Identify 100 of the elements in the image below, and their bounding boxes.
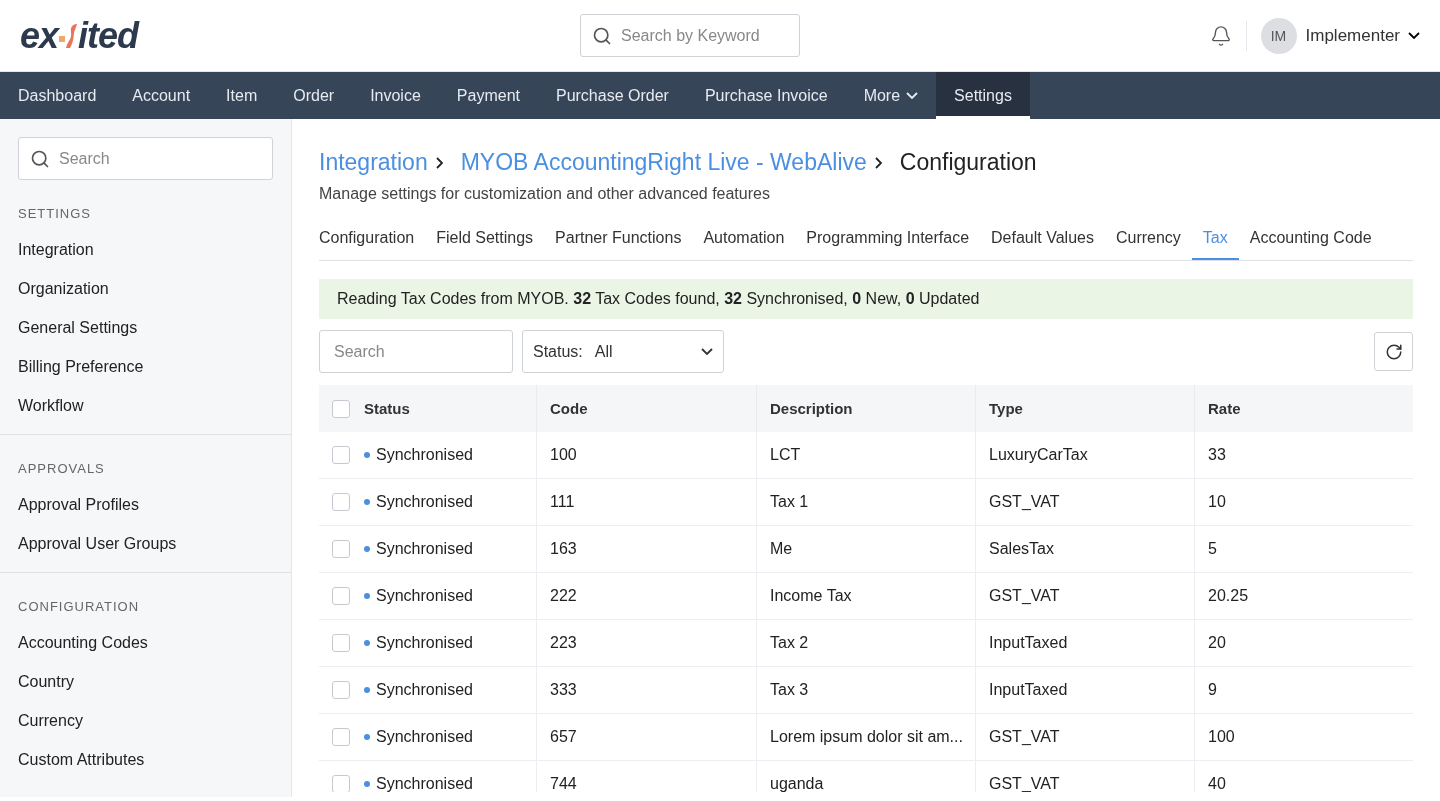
table-cell: 20.25 xyxy=(1195,573,1413,620)
table-cell: GST_VAT xyxy=(976,714,1195,761)
sidebar-item[interactable]: Organization xyxy=(0,270,291,309)
nav-tab[interactable]: Purchase Order xyxy=(537,72,687,119)
bell-icon[interactable] xyxy=(1209,24,1232,47)
table-cell: Lorem ipsum dolor sit am... xyxy=(757,714,976,761)
logo: ex ited xyxy=(20,14,141,57)
sidebar-item[interactable]: Country xyxy=(0,663,291,702)
sidebar-item[interactable]: Integration xyxy=(0,231,291,270)
tab[interactable]: Configuration xyxy=(319,229,426,260)
table-cell: 222 xyxy=(537,573,757,620)
table-cell: GST_VAT xyxy=(976,761,1195,792)
table-cell: Tax 1 xyxy=(757,479,976,526)
search-field[interactable]: Search xyxy=(319,330,513,373)
tab[interactable]: Currency xyxy=(1104,229,1192,260)
table-cell: 40 xyxy=(1195,761,1413,792)
table-cell: GST_VAT xyxy=(976,573,1195,620)
table-cell: uganda xyxy=(757,761,976,792)
column-header: Code xyxy=(537,385,757,432)
page-subtitle: Manage settings for customization and other advanced features xyxy=(319,185,771,203)
table-cell: 5 xyxy=(1195,526,1413,573)
table-cell: 111 xyxy=(537,479,757,526)
nav-tab[interactable]: Purchase Invoice xyxy=(686,72,846,119)
nav-tab[interactable]: Dashboard xyxy=(0,72,115,119)
table-cell: Income Tax xyxy=(757,573,976,620)
column-header: Description xyxy=(757,385,976,432)
status-banner: Reading Tax Codes from MYOB. 32 Tax Codes found, 32 Synchronised, 0 New, 0 Updated xyxy=(319,279,1413,319)
checkbox[interactable] xyxy=(332,446,350,464)
sidebar-item[interactable]: Approval Profiles xyxy=(0,486,291,525)
chevron-down-icon xyxy=(1408,32,1420,39)
tab[interactable]: Accounting Code xyxy=(1238,229,1383,260)
tab[interactable]: Partner Functions xyxy=(544,229,693,260)
table-cell: InputTaxed xyxy=(976,620,1195,667)
nav-tab[interactable]: Invoice xyxy=(352,72,439,119)
section-title: SETTINGS xyxy=(17,205,92,223)
checkbox[interactable] xyxy=(332,681,350,699)
table-cell: 163 xyxy=(537,526,757,573)
tab[interactable]: Default Values xyxy=(980,229,1105,260)
page-title: Configuration xyxy=(899,149,1037,176)
table-cell: 20 xyxy=(1195,620,1413,667)
checkbox[interactable] xyxy=(332,493,350,511)
table-cell: 9 xyxy=(1195,667,1413,714)
refresh-icon xyxy=(1384,342,1403,361)
section-title: APPROVALS xyxy=(17,460,106,478)
nav-tab[interactable]: Item xyxy=(208,72,276,119)
checkbox[interactable] xyxy=(332,399,350,418)
status-text: Synchronised xyxy=(376,681,473,699)
column-header: Rate xyxy=(1195,385,1413,432)
nav-tab[interactable]: More xyxy=(845,72,937,119)
table-cell: 100 xyxy=(1195,714,1413,761)
tab[interactable]: Field Settings xyxy=(425,229,545,260)
nav-tab[interactable]: Settings xyxy=(936,72,1030,119)
sidebar-item[interactable]: Currency xyxy=(0,702,291,741)
chevron-right-icon xyxy=(874,156,882,169)
checkbox[interactable] xyxy=(332,775,350,792)
sidebar-item[interactable]: Approval User Groups xyxy=(0,525,291,564)
table-cell: 744 xyxy=(537,761,757,792)
user-menu[interactable]: Implementer xyxy=(1296,25,1420,46)
table-cell: 657 xyxy=(537,714,757,761)
nav-tab[interactable]: Payment xyxy=(438,72,538,119)
table-cell: 333 xyxy=(537,667,757,714)
tab[interactable]: Automation xyxy=(692,229,796,260)
table-cell: 33 xyxy=(1195,432,1413,479)
status-text: Synchronised xyxy=(376,728,473,746)
nav-tab[interactable]: Order xyxy=(275,72,353,119)
checkbox[interactable] xyxy=(332,728,350,746)
status-text: Synchronised xyxy=(376,446,473,464)
status-text: Synchronised xyxy=(376,634,473,652)
table-cell: Me xyxy=(757,526,976,573)
status-text: Synchronised xyxy=(376,493,473,511)
sidebar-item[interactable]: Billing Preference xyxy=(0,348,291,387)
sidebar-item[interactable]: Custom Attributes xyxy=(0,741,291,780)
section-title: CONFIGURATION xyxy=(17,598,141,616)
status-text: Synchronised xyxy=(376,540,473,558)
table-cell: 223 xyxy=(537,620,757,667)
tab[interactable]: Programming Interface xyxy=(795,229,981,260)
user-avatar: IM xyxy=(1260,17,1297,54)
sidebar-item[interactable]: Accounting Codes xyxy=(0,624,291,663)
nav-tab[interactable]: Account xyxy=(114,72,209,119)
table-cell: GST_VAT xyxy=(976,479,1195,526)
status-text: Synchronised xyxy=(376,775,473,792)
table-cell: 100 xyxy=(537,432,757,479)
sidebar-item[interactable]: General Settings xyxy=(0,309,291,348)
checkbox[interactable] xyxy=(332,634,350,652)
table-cell: InputTaxed xyxy=(976,667,1195,714)
table-cell: LuxuryCarTax xyxy=(976,432,1195,479)
checkbox[interactable] xyxy=(332,540,350,558)
table-cell: Tax 3 xyxy=(757,667,976,714)
chevron-down-icon xyxy=(906,92,919,99)
status-text: Synchronised xyxy=(376,587,473,605)
chevron-right-icon xyxy=(435,156,443,169)
status-dropdown[interactable]: Status: All xyxy=(522,330,724,373)
sidebar-item[interactable]: Workflow xyxy=(0,387,291,426)
keyword-search-field[interactable]: Search by Keyword xyxy=(580,14,800,57)
checkbox[interactable] xyxy=(332,587,350,605)
refresh-button[interactable] xyxy=(1374,332,1413,371)
column-header: Status xyxy=(319,385,537,432)
table-cell: SalesTax xyxy=(976,526,1195,573)
sidebar-search-field[interactable]: Search xyxy=(18,137,273,180)
table-cell: Tax 2 xyxy=(757,620,976,667)
